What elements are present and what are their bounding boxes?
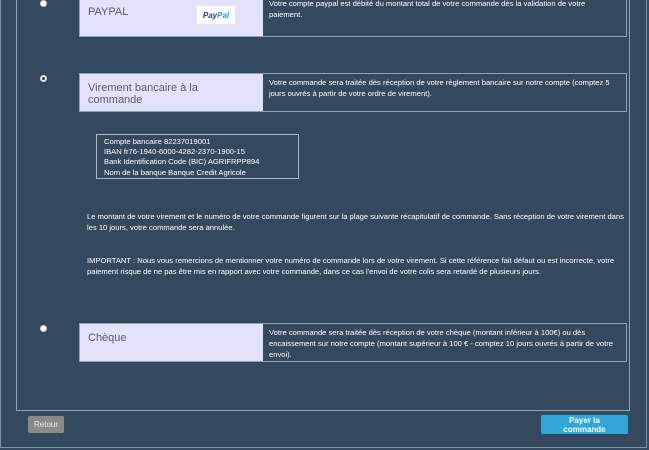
bank-account: Compte bancaire 82237019001 [104,137,211,146]
paypal-label: PAYPAL [88,6,129,18]
radio-cheque[interactable] [40,325,47,332]
virement-label-box: Virement bancaire à la commande [80,74,263,111]
virement-description: Votre commande sera traitée dès réceptio… [269,78,610,98]
bank-iban: IBAN fr76-1940-6000-4282-2370-1900-15 [104,147,246,157]
radio-virement[interactable] [40,75,47,82]
cheque-label-box: Chèque [80,324,263,361]
transfer-note: Le montant de votre virement et le numér… [87,212,624,232]
important-note: IMPORTANT : Nous vous remercions de ment… [87,256,615,276]
payment-option-paypal[interactable]: PAYPAL Pay Pal Votre compte paypal est dé… [79,0,627,37]
payment-option-cheque[interactable]: Chèque Votre commande sera traitée dès r… [79,323,627,362]
pay-order-button[interactable]: Payer la commande [541,415,628,434]
bank-bic: Bank Identification Code (BIC) AGRIFRPP8… [104,157,260,167]
virement-label: Virement bancaire à la commande [88,82,198,106]
bank-name: Nom de la banque Banque Credit Agricole [104,167,246,177]
paypal-label-box: PAYPAL Pay Pal [80,0,263,36]
cheque-label: Chèque [88,332,127,344]
cheque-description: Votre commande sera traitée dès réceptio… [269,328,613,359]
paypal-logo-icon: Pay Pal [197,6,235,24]
payment-option-virement[interactable]: Virement bancaire à la commande Votre co… [79,73,627,112]
bank-details-box: Compte bancaire 82237019001 IBAN fr76-19… [96,134,299,179]
radio-paypal[interactable] [40,0,47,7]
paypal-description: Votre compte paypal est débité du montan… [269,0,586,19]
back-button[interactable]: Retour [28,416,64,433]
